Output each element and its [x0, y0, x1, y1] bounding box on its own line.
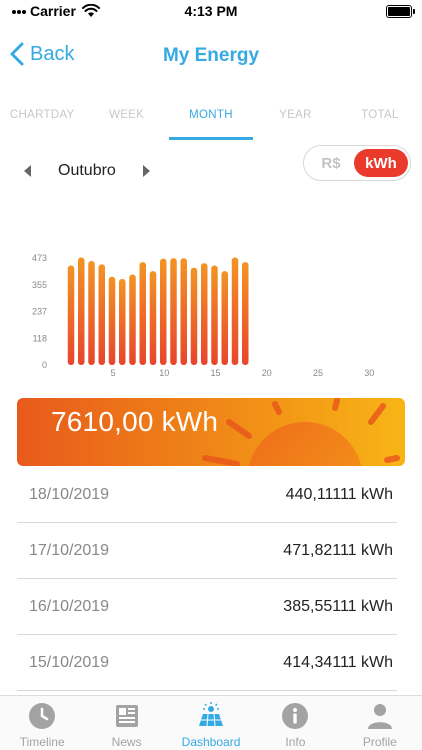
tab-chartday[interactable]: CHARTDAY — [0, 104, 84, 140]
tabbar-item-timeline[interactable]: Timeline — [0, 696, 84, 750]
tab-total[interactable]: TOTAL — [338, 104, 422, 140]
month-selector: Outubro — [20, 160, 154, 182]
total-energy-banner: 7610,00 kWh — [17, 398, 405, 466]
chart-bar[interactable] — [67, 265, 75, 365]
chart-bar[interactable] — [149, 271, 157, 365]
tabbar-label: News — [111, 735, 142, 749]
y-tick-label: 473 — [32, 253, 47, 263]
chart-bar[interactable] — [78, 257, 85, 365]
list-item-date: 18/10/2019 — [29, 485, 110, 503]
x-tick-label: 20 — [262, 368, 272, 378]
total-energy-value: 7610,00 kWh — [51, 406, 219, 437]
x-tick-label: 30 — [364, 368, 374, 378]
y-tick-label: 355 — [32, 280, 47, 290]
chart-bar[interactable] — [221, 271, 229, 365]
x-tick-label: 10 — [159, 368, 169, 378]
triangle-right-icon — [142, 165, 150, 177]
list-item-value: 440,11111 kWh — [285, 485, 393, 503]
tabbar-label: Timeline — [19, 735, 65, 749]
info-icon — [280, 701, 310, 731]
tab-bar: Timeline News Dashboard Info Profile — [0, 695, 422, 750]
list-item-date: 16/10/2019 — [29, 597, 110, 615]
x-tick-label: 25 — [313, 368, 323, 378]
list-item[interactable]: 15/10/2019 414,34111 kWh — [17, 635, 397, 691]
page-title: My Energy — [162, 45, 260, 66]
list-item-value: 471,82111 kWh — [283, 541, 393, 559]
energy-chart: 473 355 237 118 0 5 10 15 20 25 30 — [0, 240, 422, 385]
x-tick-label: 15 — [210, 368, 220, 378]
tabbar-item-profile[interactable]: Profile — [338, 696, 422, 750]
battery-icon — [386, 5, 415, 18]
list-item-date: 15/10/2019 — [29, 653, 110, 671]
newspaper-icon — [112, 701, 142, 731]
tabbar-item-dashboard[interactable]: Dashboard — [169, 696, 253, 750]
chart-bar[interactable] — [108, 276, 116, 365]
list-item-value: 414,34111 kWh — [283, 653, 393, 671]
x-tick-label: 5 — [110, 368, 115, 378]
kwh-option[interactable]: kWh — [354, 149, 408, 177]
tabbar-item-news[interactable]: News — [84, 696, 168, 750]
chart-bar[interactable] — [129, 274, 136, 365]
chart-bar[interactable] — [139, 262, 147, 365]
currency-option[interactable]: R$ — [308, 149, 354, 177]
chart-bar[interactable] — [88, 260, 95, 365]
tab-month[interactable]: MONTH — [168, 104, 254, 140]
chart-bar[interactable] — [180, 258, 188, 365]
list-item[interactable]: 17/10/2019 471,82111 kWh — [17, 523, 397, 579]
status-bar: Carrier 4:13 PM — [0, 0, 422, 24]
tabbar-label: Info — [285, 735, 306, 749]
chart-bar[interactable] — [160, 258, 167, 365]
navigation-bar: Back My Energy — [0, 36, 422, 76]
list-item-date: 17/10/2019 — [29, 541, 110, 559]
y-tick-label: 118 — [33, 333, 47, 343]
tabbar-label: Dashboard — [181, 735, 241, 749]
y-tick-label: 237 — [32, 307, 47, 317]
month-label: Outubro — [58, 162, 116, 179]
next-month-button[interactable] — [138, 163, 154, 179]
tab-year[interactable]: YEAR — [253, 104, 337, 140]
y-tick-label: 0 — [42, 360, 47, 370]
chart-bar[interactable] — [211, 265, 218, 365]
previous-month-button[interactable] — [20, 163, 36, 179]
chart-bar[interactable] — [201, 263, 208, 365]
list-item-value: 385,55111 kWh — [283, 597, 393, 615]
period-tabs: CHARTDAY WEEK MONTH YEAR TOTAL — [0, 104, 422, 140]
tab-week[interactable]: WEEK — [84, 104, 168, 140]
person-icon — [365, 701, 395, 731]
chart-bar[interactable] — [242, 262, 249, 365]
tabbar-label: Profile — [362, 735, 397, 749]
unit-toggle: R$ kWh — [303, 145, 411, 181]
solar-panel-icon — [196, 701, 226, 731]
tabbar-item-info[interactable]: Info — [253, 696, 337, 750]
triangle-left-icon — [24, 165, 31, 177]
clock-icon — [27, 701, 57, 731]
list-item[interactable]: 18/10/2019 440,11111 kWh — [17, 467, 397, 523]
chart-bar[interactable] — [170, 258, 177, 365]
chart-bar[interactable] — [119, 279, 126, 365]
energy-bar-chart: 473 355 237 118 0 5 10 15 20 25 30 — [32, 253, 374, 378]
chart-bar[interactable] — [190, 267, 198, 365]
chart-bar[interactable] — [231, 257, 239, 365]
list-item[interactable]: 16/10/2019 385,55111 kWh — [17, 579, 397, 635]
chart-bar[interactable] — [98, 264, 106, 365]
daily-energy-list: 18/10/2019 440,11111 kWh 17/10/2019 471,… — [17, 467, 397, 691]
clock-time: 4:13 PM — [184, 3, 238, 19]
